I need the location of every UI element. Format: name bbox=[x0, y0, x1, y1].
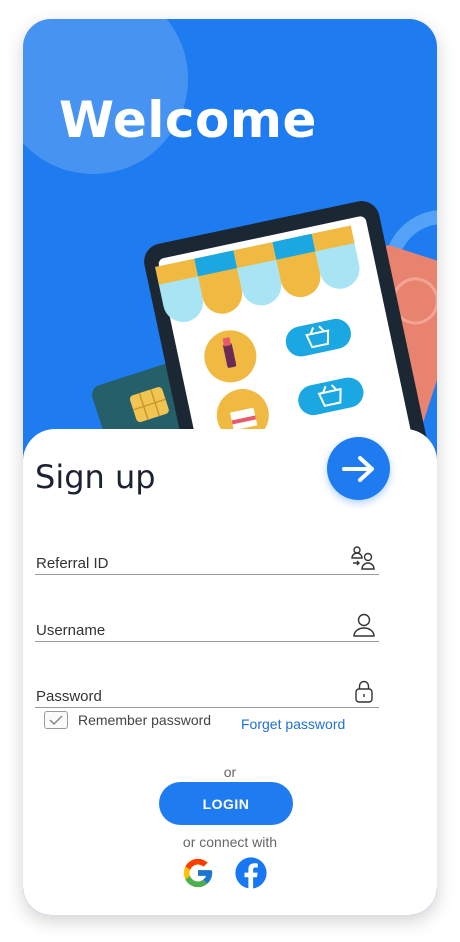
shop-illustration bbox=[23, 19, 437, 479]
remember-label: Remember password bbox=[78, 712, 212, 728]
password-field[interactable]: Password bbox=[35, 673, 379, 708]
referral-user-icon bbox=[351, 546, 375, 570]
remember-checkbox[interactable] bbox=[44, 711, 68, 729]
hero-banner: Welcome bbox=[23, 19, 437, 479]
signup-title: Sign up bbox=[35, 458, 156, 496]
forget-password-link[interactable]: Forget password bbox=[241, 716, 345, 732]
password-label: Password bbox=[36, 688, 102, 705]
referral-id-field[interactable]: Referral ID bbox=[35, 540, 379, 575]
login-button[interactable]: LOGIN bbox=[159, 782, 293, 825]
facebook-icon[interactable] bbox=[234, 856, 268, 890]
remember-password-option[interactable]: Remember password bbox=[44, 711, 211, 729]
google-icon[interactable] bbox=[181, 856, 215, 890]
or-divider-text: or bbox=[223, 764, 237, 780]
username-field[interactable]: Username bbox=[35, 607, 379, 642]
arrow-right-icon bbox=[341, 455, 374, 482]
welcome-title: Welcome bbox=[59, 91, 317, 149]
connect-with-text: or connect with bbox=[182, 834, 278, 850]
submit-arrow-button[interactable] bbox=[327, 437, 390, 500]
check-icon bbox=[49, 715, 63, 726]
lock-icon bbox=[355, 680, 373, 703]
user-icon bbox=[353, 613, 375, 637]
username-label: Username bbox=[36, 622, 106, 639]
referral-id-label: Referral ID bbox=[36, 555, 109, 572]
